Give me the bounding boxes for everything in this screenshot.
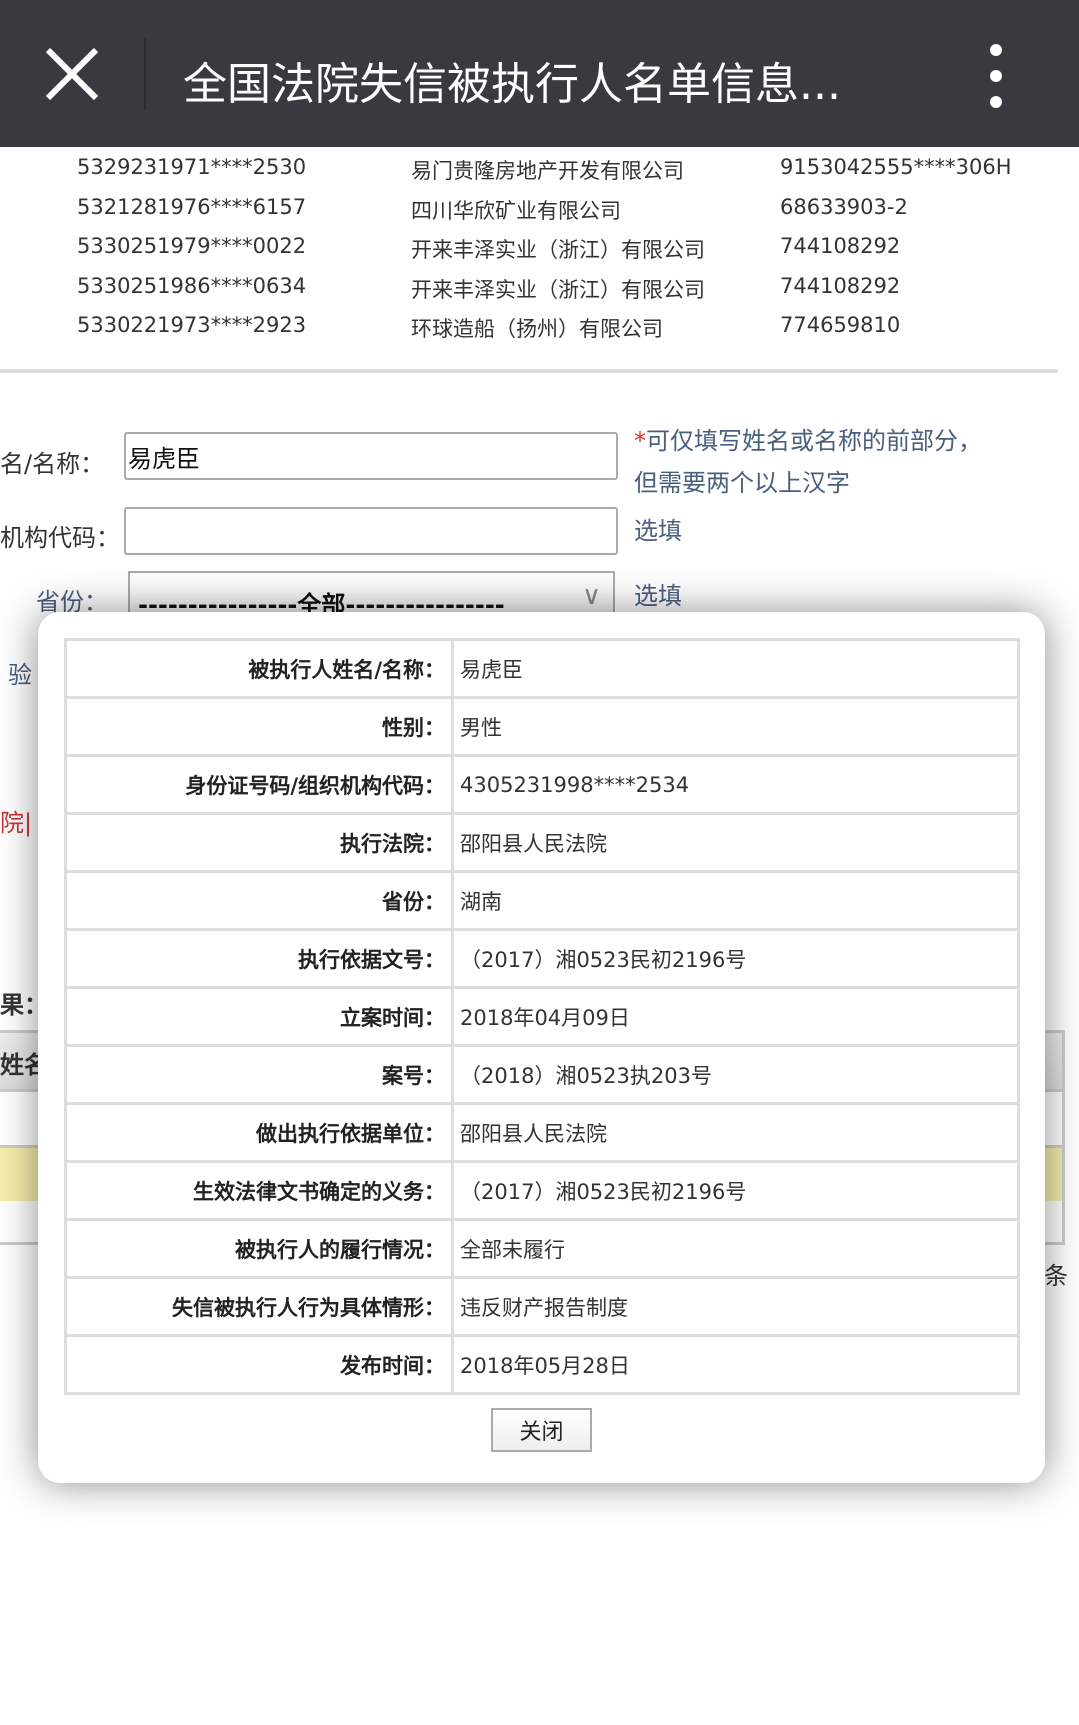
id-number: 5329231971****2530: [77, 155, 307, 179]
code-hint: 选填: [634, 517, 682, 545]
field-value: 2018年04月09日: [451, 986, 1020, 1047]
field-value: 男性: [451, 696, 1020, 757]
count-suffix: 条: [1044, 1262, 1068, 1290]
field-label: 执行法院：: [64, 812, 454, 873]
detail-row: 执行依据文号： （2017）湘0523民初2196号: [64, 928, 1020, 989]
list-item[interactable]: 5330221973****2923 环球造船（扬州）有限公司 774659810: [0, 305, 1060, 345]
field-label: 失信被执行人行为具体情形：: [64, 1276, 454, 1337]
detail-row: 失信被执行人行为具体情形： 违反财产报告制度: [64, 1276, 1020, 1337]
detail-row: 身份证号码/组织机构代码： 4305231998****2534: [64, 754, 1020, 815]
field-label: 案号：: [64, 1044, 454, 1105]
org-code: 68633903-2: [780, 194, 908, 219]
field-value: 2018年05月28日: [451, 1334, 1020, 1395]
company-name: 开来丰泽实业（浙江）有限公司: [411, 277, 705, 302]
divider: [0, 369, 1058, 373]
name-input[interactable]: [124, 432, 618, 480]
company-name: 四川华欣矿业有限公司: [411, 198, 621, 223]
code-label: 机构代码：: [0, 524, 120, 552]
list-item[interactable]: 5321281976****6157 四川华欣矿业有限公司 68633903-2: [0, 187, 1060, 227]
province-hint: 选填: [634, 582, 682, 610]
field-value: 邵阳县人民法院: [451, 812, 1020, 873]
field-label: 被执行人姓名/名称：: [64, 638, 454, 699]
list-item[interactable]: 5329231971****2530 易门贵隆房地产开发有限公司 915304255…: [0, 147, 1060, 187]
list-item[interactable]: 5330251979****0022 开来丰泽实业（浙江）有限公司 74410829…: [0, 226, 1060, 266]
company-name: 开来丰泽实业（浙江）有限公司: [411, 238, 705, 262]
code-input[interactable]: [124, 507, 618, 555]
verify-label: 验: [8, 661, 32, 689]
court-link[interactable]: 院|: [0, 803, 32, 838]
field-label: 立案时间：: [64, 986, 454, 1047]
field-label: 生效法律文书确定的义务：: [64, 1160, 454, 1221]
page-title: 全国法院失信被执行人名单信息...: [183, 59, 841, 110]
field-value: 4305231998****2534: [451, 754, 1020, 815]
field-label: 执行依据文号：: [64, 928, 454, 989]
field-label: 省份：: [64, 870, 454, 931]
detail-row: 立案时间： 2018年04月09日: [64, 986, 1020, 1047]
detail-row: 生效法律文书确定的义务： （2017）湘0523民初2196号: [64, 1160, 1020, 1221]
id-number: 5330251986****0634: [77, 273, 307, 298]
field-value: 湖南: [451, 870, 1020, 931]
hint-line1: 可仅填写姓名或名称的前部分，: [646, 427, 982, 455]
company-name: 易门贵隆房地产开发有限公司: [411, 159, 684, 183]
more-vertical-icon[interactable]: [990, 44, 1004, 122]
field-value: 违反财产报告制度: [451, 1276, 1020, 1337]
field-value: 全部未履行: [451, 1218, 1020, 1279]
field-value: （2018）湘0523执203号: [451, 1044, 1020, 1105]
close-icon[interactable]: [44, 46, 100, 102]
field-label: 发布时间：: [64, 1334, 454, 1395]
field-label: 性别：: [64, 696, 454, 757]
field-label: 做出执行依据单位：: [64, 1102, 454, 1163]
field-value: （2017）湘0523民初2196号: [451, 928, 1020, 989]
required-star: *: [634, 427, 646, 455]
detail-row: 被执行人的履行情况： 全部未履行: [64, 1218, 1020, 1279]
field-value: 易虎臣: [451, 638, 1020, 699]
detail-row: 被执行人姓名/名称： 易虎臣: [64, 638, 1020, 699]
field-value: 邵阳县人民法院: [451, 1102, 1020, 1163]
id-number: 5321281976****6157: [77, 194, 307, 219]
detail-row: 发布时间： 2018年05月28日: [64, 1334, 1020, 1395]
org-code: 9153042555****306H: [780, 155, 1012, 179]
name-label: 名/名称：: [0, 450, 105, 478]
divider: [144, 38, 146, 110]
detail-row: 案号： （2018）湘0523执203号: [64, 1044, 1020, 1105]
detail-row: 执行法院： 邵阳县人民法院: [64, 812, 1020, 873]
detail-row: 省份： 湖南: [64, 870, 1020, 931]
chevron-down-icon: ∨: [581, 581, 601, 611]
org-code: 744108292: [780, 273, 901, 298]
detail-row: 性别： 男性: [64, 696, 1020, 757]
title-bar: 全国法院失信被执行人名单信息...: [0, 0, 1079, 147]
hint-line2: 但需要两个以上汉字: [634, 469, 850, 497]
org-code: 744108292: [780, 234, 901, 258]
detail-table: 被执行人姓名/名称： 易虎臣 性别： 男性 身份证号码/组织机构代码： 430523199…: [64, 638, 1020, 1395]
id-number: 5330251979****0022: [77, 234, 307, 258]
detail-row: 做出执行依据单位： 邵阳县人民法院: [64, 1102, 1020, 1163]
field-label: 被执行人的履行情况：: [64, 1218, 454, 1279]
org-code: 774659810: [780, 313, 901, 337]
result-list[interactable]: 5329231971****2530 易门贵隆房地产开发有限公司 915304255…: [0, 147, 1060, 360]
field-value: （2017）湘0523民初2196号: [451, 1160, 1020, 1221]
company-name: 环球造船（扬州）有限公司: [411, 317, 663, 341]
name-hint: *可仅填写姓名或名称的前部分， 但需要两个以上汉字: [634, 420, 982, 504]
list-item[interactable]: 5330251986****0634 开来丰泽实业（浙江）有限公司 74410829…: [0, 266, 1060, 306]
detail-dialog: 被执行人姓名/名称： 易虎臣 性别： 男性 身份证号码/组织机构代码： 430523199…: [38, 612, 1045, 1483]
field-label: 身份证号码/组织机构代码：: [64, 754, 454, 815]
close-button[interactable]: 关闭: [491, 1408, 592, 1452]
id-number: 5330221973****2923: [77, 313, 307, 337]
